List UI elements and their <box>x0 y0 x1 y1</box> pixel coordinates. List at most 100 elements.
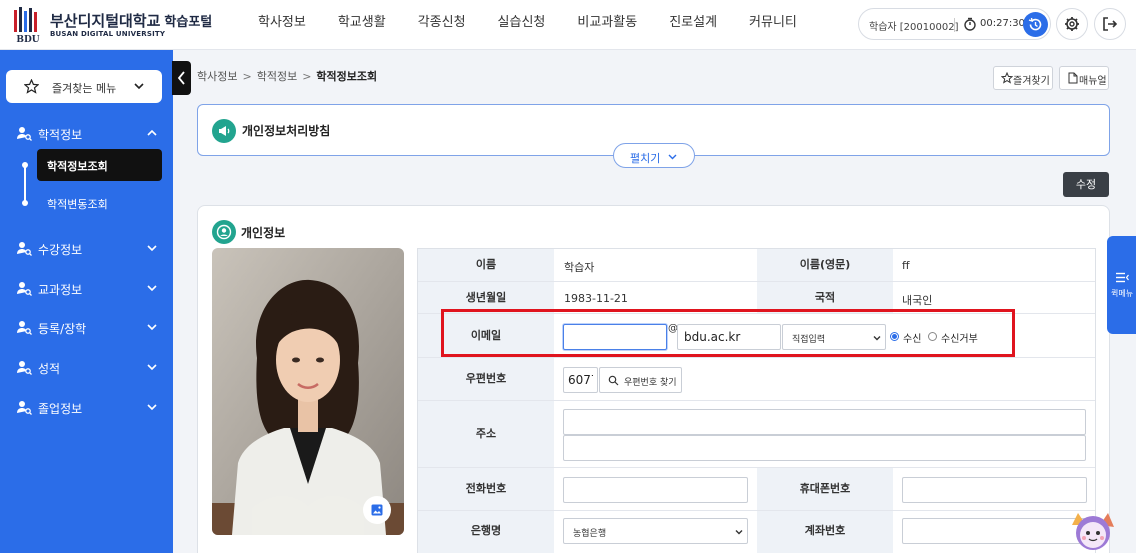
session-extend-button[interactable] <box>1023 12 1048 37</box>
submenu-tree-line <box>24 163 26 205</box>
top-header: BDU 부산디지털대학교 학습포털 BUSAN DIGITAL UNIVERSIT… <box>0 0 1136 50</box>
value-name: 학습자 <box>564 261 595 274</box>
document-icon <box>1068 72 1078 84</box>
privacy-policy-title: 개인정보처리방침 <box>242 124 331 138</box>
megaphone-icon <box>212 119 236 143</box>
user-search-icon <box>17 321 32 335</box>
search-icon <box>608 375 619 386</box>
nav-item-practicum[interactable]: 실습신청 <box>498 0 546 50</box>
logo-emblem-icon: BDU <box>14 7 40 44</box>
address-line2-input[interactable] <box>563 435 1086 461</box>
chevron-down-icon <box>147 285 157 292</box>
chatbot-mascot-icon <box>1072 513 1114 550</box>
portrait-image <box>212 248 404 535</box>
label-phone: 전화번호 <box>418 468 554 510</box>
sidebar-collapse-button[interactable] <box>172 61 191 95</box>
session-timer: 00:27:30 <box>980 18 1025 29</box>
chevron-down-icon <box>147 324 157 331</box>
submenu-dot <box>22 200 28 206</box>
logout-icon <box>1103 17 1118 31</box>
user-circle-icon <box>212 220 236 244</box>
chevron-down-icon <box>134 83 144 90</box>
university-logo[interactable]: BDU 부산디지털대학교 학습포털 BUSAN DIGITAL UNIVERSIT… <box>10 6 220 44</box>
label-name: 이름 <box>418 249 554 281</box>
sidebar-item-grades[interactable]: 성적 <box>16 357 161 377</box>
label-account: 계좌번호 <box>757 511 893 553</box>
sidebar-subitem-record-change-inquiry[interactable]: 학적변동조회 <box>47 196 108 212</box>
user-name: 학습자 [20010002] <box>869 22 959 33</box>
breadcrumb-current: 학적정보조회 <box>316 70 378 83</box>
nav-item-extracurricular[interactable]: 비교과활동 <box>577 0 637 50</box>
star-icon <box>1001 72 1013 84</box>
find-zip-button[interactable]: 우편번호 찾기 <box>599 367 682 393</box>
settings-button[interactable] <box>1056 8 1088 40</box>
chevron-down-icon <box>147 364 157 371</box>
user-search-icon <box>17 361 32 375</box>
value-birth: 1983-11-21 <box>564 292 628 305</box>
nav-item-career[interactable]: 진로설계 <box>669 0 717 50</box>
history-icon <box>1028 17 1042 31</box>
chevron-down-icon <box>735 530 743 535</box>
chevron-left-icon <box>177 71 185 85</box>
gear-icon <box>1065 17 1079 31</box>
value-name-en: ff <box>902 259 910 272</box>
chevron-down-icon <box>668 154 677 160</box>
personal-info-table: 이름 학습자 이름(영문) ff 생년월일 1983-11-21 국적 내국인 … <box>417 248 1096 553</box>
sidebar-item-tuition-scholarship[interactable]: 등록/장학 <box>16 317 161 337</box>
star-icon <box>24 79 39 94</box>
user-search-icon <box>17 127 32 141</box>
account-input[interactable] <box>902 518 1087 544</box>
bank-select[interactable]: 농협은행 <box>563 518 748 544</box>
chevron-up-icon <box>147 129 157 136</box>
sidebar-subitem-academic-record-inquiry[interactable]: 학적정보조회 <box>37 149 162 181</box>
chevron-down-icon <box>147 404 157 411</box>
value-nationality: 내국인 <box>902 294 933 307</box>
nav-item-applications[interactable]: 각종신청 <box>418 0 466 50</box>
email-row-highlight <box>441 309 1015 357</box>
quick-menu-tab[interactable]: 퀵메뉴 <box>1107 236 1136 334</box>
manual-button[interactable]: 매뉴얼 <box>1059 66 1109 90</box>
stopwatch-icon <box>964 17 976 31</box>
breadcrumb-item[interactable]: 학사정보 <box>197 70 237 83</box>
submenu-dot <box>22 162 28 168</box>
nav-item-campus-life[interactable]: 학교생활 <box>338 0 386 50</box>
logo-title: 부산디지털대학교 학습포털 <box>50 12 213 30</box>
main-navigation: 학사정보 학교생활 각종신청 실습신청 비교과활동 진로설계 커뮤니티 <box>258 0 829 50</box>
label-address: 주소 <box>418 401 554 467</box>
breadcrumb: 학사정보 > 학적정보 > 학적정보조회 <box>197 70 378 83</box>
logo-subtitle: BUSAN DIGITAL UNIVERSITY <box>50 30 166 38</box>
favorite-menu-label: 즐겨찾는 메뉴 <box>52 82 117 95</box>
sidebar-item-academic-records[interactable]: 학적정보 <box>16 123 161 143</box>
nav-item-community[interactable]: 커뮤니티 <box>749 0 797 50</box>
favorite-menu-dropdown[interactable]: 즐겨찾는 메뉴 <box>6 70 162 103</box>
chatbot-button[interactable] <box>1064 499 1122 553</box>
label-bank: 은행명 <box>418 511 554 553</box>
address-line1-input[interactable] <box>563 409 1086 435</box>
menu-icon <box>1116 272 1129 283</box>
logout-button[interactable] <box>1094 8 1126 40</box>
image-upload-icon <box>371 504 383 516</box>
sidebar: 즐겨찾는 메뉴 학적정보 학적정보조회 학적변동조회 수강정보 교과정보 등록/… <box>0 50 173 553</box>
user-search-icon <box>17 401 32 415</box>
add-favorite-button[interactable]: 즐겨찾기 <box>993 66 1053 90</box>
chevron-down-icon <box>147 245 157 252</box>
phone-input[interactable] <box>563 477 748 503</box>
sidebar-item-enrollment[interactable]: 수강정보 <box>16 238 161 258</box>
sidebar-item-graduation[interactable]: 졸업정보 <box>16 397 161 417</box>
profile-photo <box>212 248 404 535</box>
edit-button[interactable]: 수정 <box>1063 172 1109 197</box>
user-session-box: 학습자 [20010002] 00:27:30 <box>858 8 1051 40</box>
breadcrumb-item[interactable]: 학적정보 <box>257 70 297 83</box>
label-zip: 우편번호 <box>418 358 554 400</box>
personal-info-title: 개인정보 <box>241 226 286 240</box>
change-photo-button[interactable] <box>363 496 391 524</box>
zip-input[interactable] <box>563 367 598 393</box>
nav-item-academic[interactable]: 학사정보 <box>258 0 306 50</box>
sidebar-item-curriculum[interactable]: 교과정보 <box>16 278 161 298</box>
divider <box>954 18 955 32</box>
label-mobile: 휴대폰번호 <box>757 468 893 510</box>
mobile-input[interactable] <box>902 477 1087 503</box>
personal-info-card: 개인정보 이름 학습자 이름(영문) ff 생년월일 1983-11-21 국적… <box>197 205 1110 553</box>
expand-button[interactable]: 펼치기 <box>613 143 695 168</box>
logo-badge: BDU <box>16 35 39 44</box>
